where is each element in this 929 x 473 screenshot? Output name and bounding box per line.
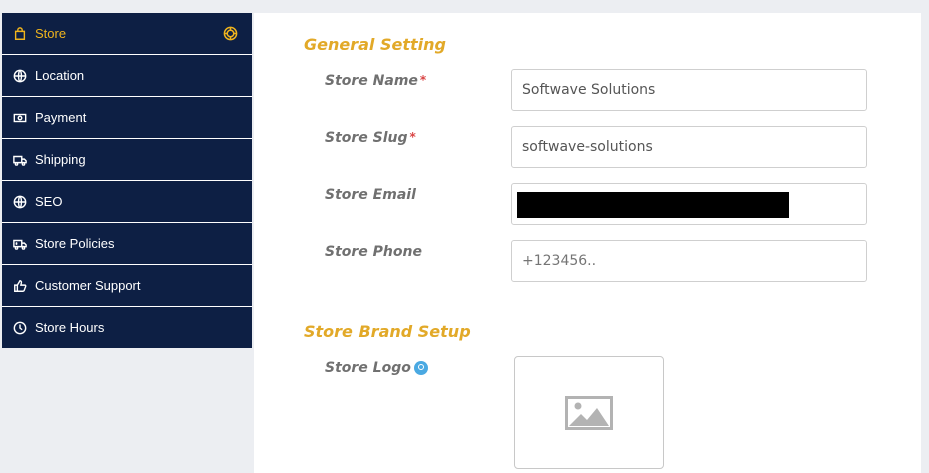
globe-icon (12, 68, 28, 84)
store-phone-label: Store Phone (325, 244, 422, 260)
money-icon (12, 110, 28, 126)
store-name-label: Store Name * (325, 73, 426, 89)
sidebar-item-store[interactable]: Store (2, 13, 252, 55)
sidebar-item-store-hours[interactable]: Store Hours (2, 307, 252, 348)
bag-icon (12, 26, 28, 42)
store-name-label-text: Store Name (325, 73, 418, 89)
help-icon[interactable] (413, 361, 428, 375)
store-logo-upload[interactable] (514, 356, 664, 469)
store-settings-panel: General Setting Store Name* Store Slug* … (254, 13, 921, 473)
store-name-input[interactable] (511, 69, 867, 111)
sidebar-item-label: Store Hours (35, 320, 105, 335)
sidebar-item-customer-support[interactable]: Customer Support (2, 265, 252, 307)
store-slug-input[interactable] (511, 126, 867, 168)
required-marker: * (419, 73, 427, 87)
sidebar-item-shipping[interactable]: Shipping (2, 139, 252, 181)
section-title-brand: Store Brand Setup (304, 322, 471, 341)
globe-icon (12, 194, 28, 210)
store-slug-label: Store Slug * (325, 130, 416, 146)
sidebar-item-label: SEO (35, 194, 63, 209)
sidebar-item-label: Store Policies (35, 236, 115, 251)
sidebar-item-location[interactable]: Location (2, 55, 252, 97)
clock-icon (12, 320, 28, 336)
settings-sidebar: Store Location Payment Shipping SEO Stor… (2, 13, 252, 348)
sidebar-item-label: Store (35, 26, 67, 41)
sidebar-item-seo[interactable]: SEO (2, 181, 252, 223)
store-phone-input[interactable] (511, 240, 867, 282)
store-logo-label-text: Store Logo (325, 360, 411, 376)
image-placeholder-icon (565, 395, 613, 430)
store-slug-label-text: Store Slug (325, 130, 408, 146)
settings-target-icon[interactable] (223, 26, 238, 41)
sidebar-item-payment[interactable]: Payment (2, 97, 252, 139)
sidebar-item-label: Location (35, 68, 85, 83)
required-marker: * (409, 130, 416, 144)
redacted-email-block (517, 192, 789, 218)
thumbs-up-icon (12, 278, 28, 294)
truck-icon (12, 152, 28, 168)
store-logo-label: Store Logo (325, 360, 428, 376)
sidebar-item-label: Customer Support (35, 278, 141, 293)
sidebar-item-store-policies[interactable]: Store Policies (2, 223, 252, 265)
store-email-label: Store Email (325, 187, 416, 203)
section-title-general: General Setting (304, 35, 446, 54)
sidebar-item-label: Shipping (35, 152, 86, 167)
sidebar-item-label: Payment (35, 110, 87, 125)
policy-truck-icon (12, 236, 28, 252)
